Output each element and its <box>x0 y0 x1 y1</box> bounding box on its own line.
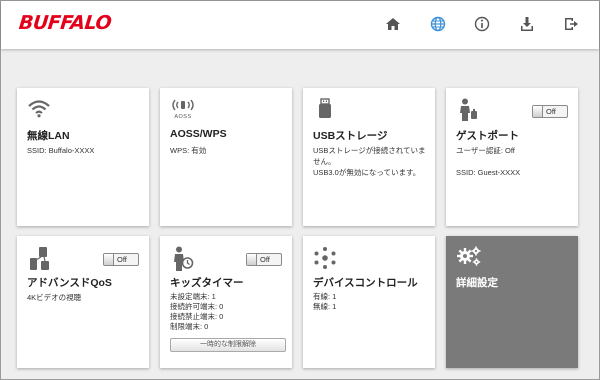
toggle-label: Off <box>117 255 127 264</box>
toggle-label: Off <box>260 255 270 264</box>
card-advanced-qos[interactable]: Off アドバンスドQoS 4Kビデオの視聴 <box>17 236 149 368</box>
card-title: キッズタイマー <box>170 277 244 289</box>
ssid-text: SSID: Buffalo-XXXX <box>27 146 95 155</box>
usb-status-line: USB3.0が無効になっています。 <box>313 168 421 177</box>
card-title: 詳細設定 <box>456 277 498 289</box>
user-auth-text: ユーザー認証: Off <box>456 146 515 155</box>
allowed-devices-text: 接続許可端末: 0 <box>170 302 224 311</box>
home-icon[interactable] <box>383 14 403 34</box>
toggle-knob <box>247 254 257 265</box>
card-description: SSID: Buffalo-XXXX <box>27 145 143 156</box>
unconfigured-devices-text: 未設定端末: 1 <box>170 292 216 301</box>
card-title: USBストレージ <box>313 130 388 142</box>
wired-count-text: 有線: 1 <box>313 292 337 301</box>
download-icon[interactable] <box>517 14 537 34</box>
card-title: AOSS/WPS <box>170 128 227 140</box>
card-description: USBストレージが接続されていま せん。 USB3.0が無効になっています。 <box>313 145 433 178</box>
toggle-knob <box>104 254 114 265</box>
aoss-caption: AOSS <box>174 114 192 120</box>
spacer-line <box>456 156 572 167</box>
usb-status-line: USBストレージが接続されていま <box>313 146 426 155</box>
guest-person-icon <box>458 98 478 127</box>
logout-icon[interactable] <box>561 14 581 34</box>
usb-storage-icon <box>317 98 333 125</box>
app-frame: BUFFALO 無線LAN SSID: Buffalo-XXXX AOSS AO… <box>0 0 600 380</box>
qos-toggle[interactable]: Off <box>103 253 139 266</box>
card-description: 4Kビデオの視聴 <box>27 292 143 303</box>
toggle-knob <box>533 106 543 117</box>
card-advanced-settings[interactable]: 詳細設定 <box>446 236 578 368</box>
wps-status-text: WPS: 有効 <box>170 146 207 155</box>
card-title: 無線LAN <box>27 130 70 142</box>
card-description: ユーザー認証: Off SSID: Guest-XXXX <box>456 145 572 178</box>
card-wireless-lan[interactable]: 無線LAN SSID: Buffalo-XXXX <box>17 88 149 226</box>
device-control-icon <box>313 246 337 275</box>
guest-port-toggle[interactable]: Off <box>532 105 568 118</box>
globe-icon[interactable] <box>428 14 448 34</box>
card-description: WPS: 有効 <box>170 145 286 156</box>
buffalo-logo[interactable]: BUFFALO <box>18 12 113 34</box>
qos-icon <box>27 246 51 277</box>
guest-ssid-text: SSID: Guest-XXXX <box>456 168 521 177</box>
kids-timer-icon <box>172 246 194 277</box>
card-description: 未設定端末: 1 接続許可端末: 0 接続禁止端末: 0 制限端末: 0 <box>170 292 286 332</box>
info-icon[interactable] <box>472 14 492 34</box>
top-bar: BUFFALO <box>1 1 599 49</box>
card-usb-storage[interactable]: USBストレージ USBストレージが接続されていま せん。 USB3.0が無効に… <box>303 88 435 226</box>
wifi-icon <box>27 98 51 123</box>
toggle-label: Off <box>546 107 556 116</box>
wireless-count-text: 無線: 1 <box>313 302 337 311</box>
temporary-unlock-button[interactable]: 一時的な制限解除 <box>170 338 286 352</box>
card-device-control[interactable]: デバイスコントロール 有線: 1 無線: 1 <box>303 236 435 368</box>
gears-icon <box>456 246 482 273</box>
card-guest-port[interactable]: Off ゲストポート ユーザー認証: Off SSID: Guest-XXXX <box>446 88 578 226</box>
usb-status-line: せん。 <box>313 157 336 166</box>
card-title: デバイスコントロール <box>313 277 418 289</box>
card-description: 有線: 1 無線: 1 <box>313 292 429 312</box>
card-aoss-wps[interactable]: AOSS AOSS/WPS WPS: 有効 <box>160 88 292 226</box>
aoss-icon: AOSS <box>170 98 196 127</box>
card-title: ゲストポート <box>456 130 519 142</box>
kids-timer-toggle[interactable]: Off <box>246 253 282 266</box>
card-kids-timer[interactable]: Off キッズタイマー 未設定端末: 1 接続許可端末: 0 接続禁止端末: 0… <box>160 236 292 368</box>
restricted-devices-text: 制限端末: 0 <box>170 322 209 331</box>
blocked-devices-text: 接続禁止端末: 0 <box>170 312 224 321</box>
card-title: アドバンスドQoS <box>27 277 112 289</box>
qos-mode-text: 4Kビデオの視聴 <box>27 293 82 302</box>
